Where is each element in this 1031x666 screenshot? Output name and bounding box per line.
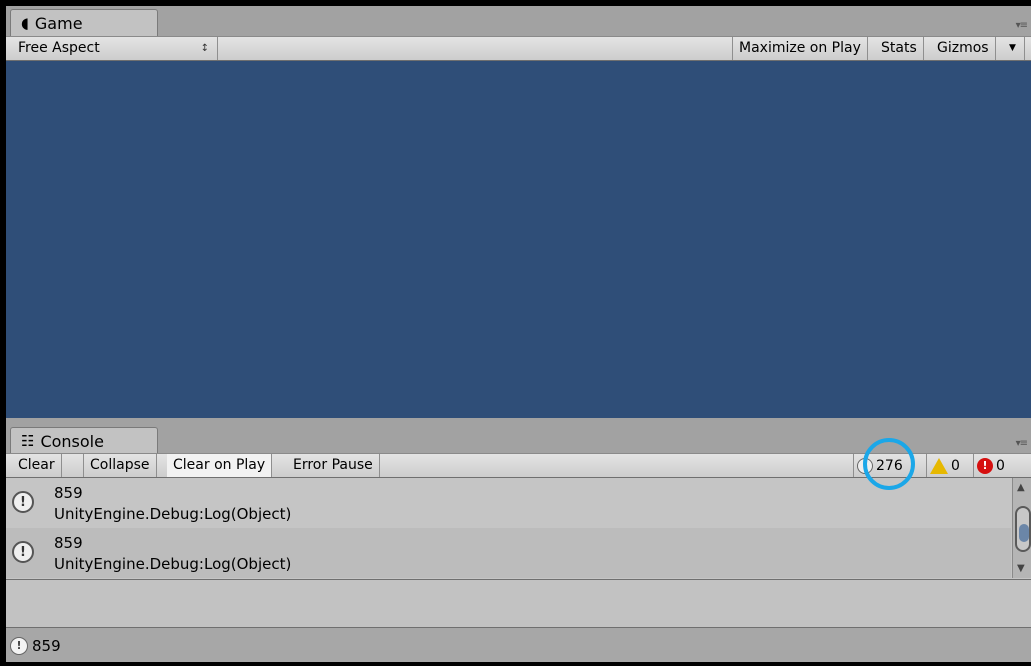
- aspect-dropdown[interactable]: Free Aspect ↕: [12, 37, 218, 60]
- gizmos-label: Gizmos: [937, 40, 989, 56]
- clear-button-label: Clear: [18, 457, 55, 473]
- scroll-down-icon[interactable]: ▼: [1017, 563, 1025, 574]
- maximize-on-play-label: Maximize on Play: [739, 40, 861, 56]
- collapse-toggle[interactable]: Collapse: [83, 454, 157, 477]
- console-tab-label: Console: [40, 431, 104, 451]
- aspect-dropdown-label: Free Aspect: [18, 40, 100, 56]
- game-tab[interactable]: ◖ Game: [10, 9, 158, 36]
- console-panel-menu-icon[interactable]: ▾≡: [1016, 438, 1028, 449]
- game-tab-label: Game: [34, 13, 83, 33]
- stats-label: Stats: [881, 40, 917, 56]
- console-log-list: ! 859 UnityEngine.Debug:Log(Object) ! 85…: [6, 478, 1031, 580]
- unity-editor-panels: ◖ Game ▾≡ Free Aspect ↕ Maximize on Play…: [6, 6, 1031, 662]
- pacman-icon: ◖: [21, 14, 29, 32]
- collapse-label: Collapse: [90, 457, 150, 473]
- console-tab[interactable]: ☷ Console: [10, 427, 158, 454]
- scrollbar-knob: [1019, 524, 1029, 542]
- error-count: 0: [996, 457, 1005, 474]
- stats-toggle[interactable]: Stats: [875, 37, 924, 60]
- error-pause-toggle[interactable]: Error Pause: [287, 454, 380, 477]
- game-tabstrip: ◖ Game ▾≡: [6, 6, 1031, 36]
- status-bar-message[interactable]: 859: [32, 637, 61, 655]
- game-panel-menu-icon[interactable]: ▾≡: [1016, 20, 1028, 31]
- log-message: 859: [54, 534, 83, 552]
- console-icon: ☷: [21, 432, 35, 450]
- error-pause-label: Error Pause: [293, 457, 373, 473]
- scrollbar-thumb[interactable]: [1015, 506, 1031, 552]
- info-icon: !: [12, 541, 34, 563]
- log-stacktrace: UnityEngine.Debug:Log(Object): [54, 555, 292, 573]
- console-detail-pane[interactable]: [6, 580, 1031, 628]
- clear-on-play-label: Clear on Play: [173, 457, 266, 473]
- game-view[interactable]: [6, 61, 1031, 418]
- warning-icon: [930, 457, 948, 474]
- gizmos-toggle[interactable]: Gizmos: [931, 37, 996, 60]
- dropdown-arrows-icon: ↕: [200, 43, 209, 54]
- info-icon: !: [10, 637, 28, 655]
- list-item[interactable]: ! 859 UnityEngine.Debug:Log(Object): [6, 528, 1011, 578]
- vertical-scrollbar[interactable]: ▲ ▼: [1012, 478, 1031, 578]
- error-count-toggle[interactable]: ! 0: [973, 454, 1025, 477]
- warning-count-toggle[interactable]: 0: [926, 454, 972, 477]
- list-item[interactable]: ! 859 UnityEngine.Debug:Log(Object): [6, 478, 1011, 528]
- highlight-circle: [863, 438, 915, 490]
- clear-button[interactable]: Clear: [12, 454, 62, 477]
- maximize-on-play-toggle[interactable]: Maximize on Play: [732, 37, 868, 60]
- log-message: 859: [54, 484, 83, 502]
- game-toolbar: Free Aspect ↕ Maximize on Play Stats Giz…: [6, 36, 1031, 61]
- info-icon: !: [12, 491, 34, 513]
- log-stacktrace: UnityEngine.Debug:Log(Object): [54, 505, 292, 523]
- gizmos-dropdown-arrow[interactable]: ▼: [1005, 37, 1025, 60]
- warning-count: 0: [951, 457, 960, 474]
- scroll-up-icon[interactable]: ▲: [1017, 482, 1025, 493]
- clear-on-play-toggle[interactable]: Clear on Play: [167, 454, 273, 477]
- chevron-down-icon: ▼: [1009, 43, 1016, 53]
- status-bar: ! 859: [6, 628, 1031, 662]
- error-icon: !: [977, 457, 993, 474]
